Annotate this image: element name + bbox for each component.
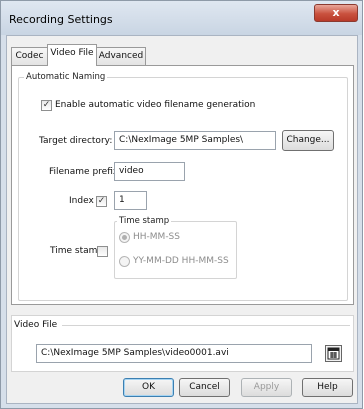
filename-prefix-input[interactable]: video (114, 162, 185, 181)
time-format-full-date-label: YY-MM-DD HH-MM-SS (133, 256, 229, 266)
video-file-tab-panel: Automatic Naming ✓ Enable automatic vide… (11, 65, 354, 305)
target-directory-input[interactable]: C:\NexImage 5MP Samples\ (114, 131, 276, 150)
target-directory-label: Target directory: (39, 136, 113, 146)
cancel-button[interactable]: Cancel (179, 378, 230, 397)
checkmark-icon: ✓ (42, 100, 51, 110)
video-file-legend: Video File (14, 320, 58, 330)
video-file-divider (62, 325, 350, 326)
close-icon: x (332, 6, 340, 19)
time-stamp-checkbox[interactable] (97, 246, 108, 257)
time-format-full-date-radio[interactable] (119, 256, 130, 267)
enable-auto-filename-checkbox[interactable]: ✓ (41, 100, 52, 111)
video-file-panel: Video File C:\NexImage 5MP Samples\video… (11, 315, 354, 372)
close-button[interactable]: x (314, 4, 358, 22)
apply-button[interactable]: Apply (241, 378, 292, 397)
browse-file-button[interactable] (325, 345, 342, 362)
title-bar[interactable]: Recording Settings x (1, 1, 362, 35)
window-title: Recording Settings (9, 13, 113, 26)
time-format-hh-mm-ss-radio[interactable] (119, 232, 130, 243)
help-button[interactable]: Help (302, 378, 353, 397)
video-file-path-input[interactable]: C:\NexImage 5MP Samples\video0001.avi (36, 344, 312, 363)
change-directory-button[interactable]: Change... (282, 130, 334, 151)
recording-settings-dialog: Recording Settings x Codec Video File Ad… (0, 0, 363, 409)
tab-video-file[interactable]: Video File (47, 44, 97, 66)
time-stamp-label: Time stamp (50, 246, 104, 256)
time-stamp-format-group: Time stamp HH-MM-SS YY-MM-DD HH-MM-SS (114, 216, 237, 279)
filename-prefix-label: Filename prefix: (49, 167, 122, 177)
automatic-naming-group: Automatic Naming ✓ Enable automatic vide… (18, 72, 348, 301)
index-checkbox[interactable]: ✓ (96, 196, 107, 207)
automatic-naming-legend: Automatic Naming (24, 72, 108, 82)
index-input[interactable]: 1 (114, 191, 147, 210)
dialog-client-area: Codec Video File Advanced Automatic Nami… (6, 35, 358, 404)
time-format-hh-mm-ss-label: HH-MM-SS (133, 232, 180, 242)
ok-button[interactable]: OK (123, 378, 174, 397)
checkmark-icon: ✓ (97, 196, 106, 206)
file-browse-icon (327, 347, 340, 360)
tab-advanced[interactable]: Advanced (96, 47, 146, 65)
time-stamp-format-legend: Time stamp (117, 216, 172, 226)
tab-codec[interactable]: Codec (11, 47, 48, 65)
index-label: Index (69, 196, 94, 206)
enable-auto-filename-label: Enable automatic video filename generati… (55, 100, 256, 110)
